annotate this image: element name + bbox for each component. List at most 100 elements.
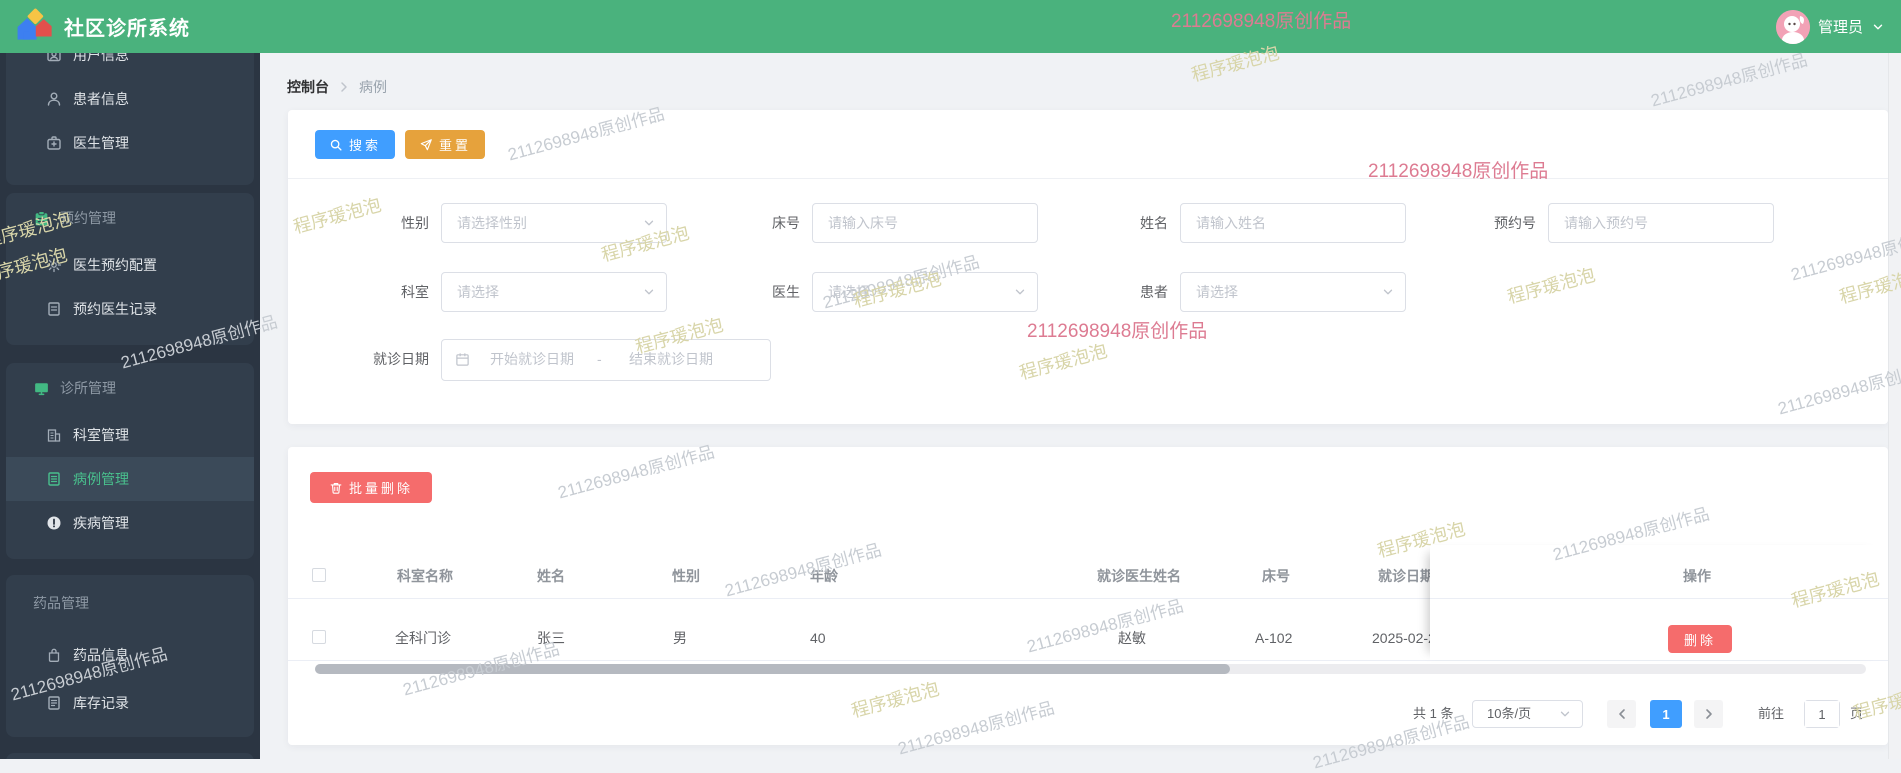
prev-page-button[interactable] — [1607, 700, 1636, 728]
vertical-scrollbar-track[interactable] — [1888, 53, 1901, 759]
sidebar-item-label: 库存记录 — [73, 695, 129, 711]
sidebar-section-label: 预约管理 — [60, 210, 116, 226]
name-input-wrap — [1180, 203, 1406, 243]
dept-select[interactable]: 请选择 — [441, 272, 667, 312]
column-header-dept: 科室名称 — [397, 568, 453, 584]
delete-button-label: 删除 — [1683, 632, 1716, 648]
department-icon — [47, 429, 61, 442]
dept-placeholder: 请选择 — [457, 284, 499, 300]
stock-icon — [48, 696, 60, 710]
delete-button[interactable]: 删除 — [1668, 625, 1732, 653]
appt-no-input[interactable] — [1549, 204, 1773, 242]
sidebar-group-user: 用户信息 患者信息 医生管理 — [6, 53, 254, 185]
page-size-value: 10条/页 — [1487, 706, 1532, 721]
current-page-label: 1 — [1662, 706, 1670, 722]
sidebar-section-medicine-management[interactable]: 药品管理 — [6, 575, 254, 631]
sidebar-item-department-management[interactable]: 科室管理 — [6, 413, 254, 457]
name-input[interactable] — [1181, 204, 1405, 242]
sidebar-item-label: 药品信息 — [73, 647, 129, 663]
user-menu[interactable]: 管理员 — [1775, 0, 1885, 53]
horizontal-scrollbar-thumb[interactable] — [315, 664, 1230, 674]
column-header-gender: 性别 — [672, 568, 700, 584]
gender-select[interactable]: 请选择性别 — [441, 203, 667, 243]
page-number-1[interactable]: 1 — [1650, 700, 1682, 728]
search-panel: 搜索 重置 性别 请选择性别 床号 姓名 预约号 科室 — [288, 110, 1888, 424]
cell-doctor: 赵敏 — [1118, 630, 1146, 646]
visit-date-start-placeholder: 开始就诊日期 — [490, 351, 574, 367]
disease-icon — [47, 516, 61, 530]
goto-page-input[interactable] — [1805, 701, 1839, 727]
sidebar-item-disease-management[interactable]: 疾病管理 — [6, 501, 254, 545]
sidebar-item-label: 医生预约配置 — [73, 257, 157, 273]
sidebar-item-doctor-appointment-config[interactable]: 医生预约配置 — [6, 243, 254, 287]
column-header-doctor: 就诊医生姓名 — [1097, 568, 1181, 584]
goto-page-input-wrap — [1804, 700, 1840, 728]
visit-date-range-picker[interactable]: 开始就诊日期 - 结束就诊日期 — [441, 339, 771, 381]
cell-dept: 全科门诊 — [395, 630, 451, 646]
sidebar-item-patient-info[interactable]: 患者信息 — [6, 77, 254, 121]
sidebar-item-user-info[interactable]: 用户信息 — [6, 53, 254, 77]
bed-input-wrap — [812, 203, 1038, 243]
breadcrumb-current: 病例 — [359, 79, 387, 95]
patient-icon — [47, 92, 61, 106]
sidebar-section-appointment-management[interactable]: 预约管理 — [6, 193, 254, 243]
breadcrumb-root[interactable]: 控制台 — [287, 77, 329, 97]
sidebar-item-stock-records[interactable]: 库存记录 — [6, 679, 254, 727]
sidebar-group-clinic: 诊所管理 科室管理 病例管理 疾病管理 — [6, 363, 254, 559]
sidebar-item-label: 用户信息 — [73, 53, 129, 63]
sidebar-section-clinic-management[interactable]: 诊所管理 — [6, 363, 254, 413]
table-row-divider — [288, 660, 1888, 661]
pagination-total: 共 1 条 — [1413, 706, 1454, 721]
calendar-icon — [456, 353, 469, 366]
app-header: 社区诊所系统 管理员 — [0, 0, 1901, 53]
pagination-page-unit: 页 — [1850, 706, 1864, 721]
sidebar-item-label: 疾病管理 — [73, 515, 129, 531]
patient-select[interactable]: 请选择 — [1180, 272, 1406, 312]
column-header-age: 年龄 — [810, 568, 838, 584]
user-icon — [47, 53, 61, 62]
sidebar: 用户信息 患者信息 医生管理 预约管理 医生预约配置 预约医生记录 诊所管理 科… — [0, 53, 260, 759]
search-button[interactable]: 搜索 — [315, 130, 395, 159]
chevron-down-icon — [1015, 289, 1025, 295]
sidebar-item-label: 患者信息 — [73, 91, 129, 107]
avatar[interactable] — [1775, 9, 1810, 44]
sidebar-item-label: 科室管理 — [73, 427, 129, 443]
gender-placeholder: 请选择性别 — [457, 215, 527, 231]
next-page-button[interactable] — [1694, 700, 1723, 728]
sidebar-item-doctor-management[interactable]: 医生管理 — [6, 121, 254, 165]
app-title: 社区诊所系统 — [64, 18, 190, 40]
sidebar-item-appointment-doctor-records[interactable]: 预约医生记录 — [6, 287, 254, 331]
chevron-down-icon — [1383, 289, 1393, 295]
main-content: 控制台 病例 搜索 重置 性别 请选择性别 床号 请输入床号 姓名 请输入姓名 … — [260, 53, 1901, 759]
search-button-label: 搜索 — [348, 138, 381, 153]
sidebar-section-label: 诊所管理 — [60, 380, 116, 396]
column-header-date: 就诊日期 — [1378, 568, 1434, 584]
case-table-panel: 批量删除 科室名称 姓名 性别 年龄 就诊医生姓名 床号 就诊日期 全科门诊 张… — [288, 447, 1888, 745]
chevron-down-icon — [1873, 24, 1883, 29]
reset-button-label: 重置 — [438, 138, 471, 153]
row-checkbox[interactable] — [312, 630, 326, 644]
reset-button[interactable]: 重置 — [405, 130, 485, 159]
sidebar-item-medicine-info[interactable]: 药品信息 — [6, 631, 254, 679]
visit-date-end-placeholder: 结束就诊日期 — [629, 351, 713, 367]
batch-delete-label: 批量删除 — [348, 481, 413, 496]
doctor-select[interactable]: 请选择 — [812, 272, 1038, 312]
sidebar-item-label: 医生管理 — [73, 135, 129, 151]
gender-label: 性别 — [401, 215, 429, 231]
send-icon — [420, 138, 432, 150]
visit-date-label: 就诊日期 — [373, 351, 429, 367]
batch-delete-button[interactable]: 批量删除 — [310, 472, 432, 503]
name-label: 姓名 — [1140, 215, 1168, 231]
chevron-right-icon — [1705, 709, 1712, 719]
page-size-select[interactable]: 10条/页 — [1472, 700, 1583, 728]
bed-input[interactable] — [813, 204, 1037, 242]
sidebar-item-case-management[interactable]: 病例管理 — [6, 457, 254, 501]
appointment-icon — [35, 210, 48, 225]
trash-icon — [330, 482, 342, 494]
doctor-icon — [47, 136, 61, 150]
select-all-checkbox[interactable] — [312, 568, 326, 582]
column-header-bed: 床号 — [1262, 568, 1290, 584]
doctor-label: 医生 — [772, 284, 800, 300]
sidebar-item-label: 病例管理 — [73, 471, 129, 487]
doctor-placeholder: 请选择 — [828, 284, 870, 300]
